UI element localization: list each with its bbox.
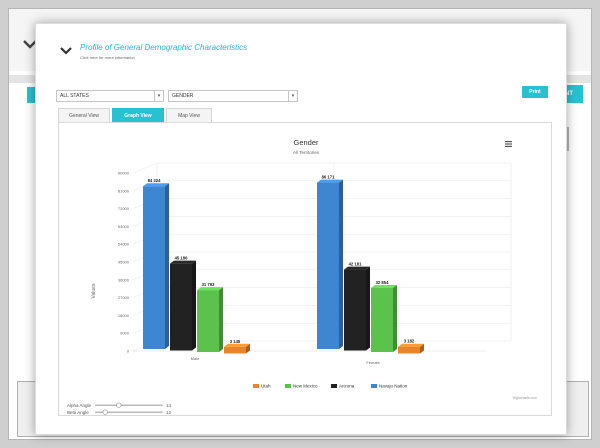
bar-new-mexico-male: 31 793 xyxy=(197,282,223,352)
bar-side xyxy=(366,266,370,351)
chart-credit[interactable]: Highcharts.com xyxy=(513,396,537,400)
chevron-down-icon: ▾ xyxy=(288,91,297,101)
legend-item-label: Navajo Nation xyxy=(379,384,408,389)
y-tick-label: 63000 xyxy=(118,224,130,229)
beta-angle-control: Beta Angle 12 xyxy=(67,409,172,415)
bar-top xyxy=(143,183,169,187)
chart-menu-icon[interactable] xyxy=(505,141,512,147)
x-category-label: Female xyxy=(366,360,380,365)
y-tick-label: 18000 xyxy=(118,313,130,318)
alpha-slider-track[interactable] xyxy=(95,404,163,407)
state-select-value: ALL STATES xyxy=(60,93,89,99)
bar-top xyxy=(371,285,397,289)
bar-data-label: 32 854 xyxy=(376,280,389,285)
print-button[interactable]: Print xyxy=(522,86,548,98)
bar-data-label: 45 186 xyxy=(175,256,188,261)
profile-modal: Profile of General Demographic Character… xyxy=(35,23,567,435)
screenshot-frame: PRINT Profile of General Demographic Cha… xyxy=(8,8,592,440)
beta-slider-handle[interactable] xyxy=(102,409,108,415)
bar-side xyxy=(192,260,196,351)
bar-data-label: 3 182 xyxy=(404,339,415,344)
chart-panel: Gender All Territories 0 9000 18000 27000 36… xyxy=(58,122,552,416)
topic-select[interactable]: GENDER ▾ xyxy=(168,90,298,102)
bar-new-mexico-female: 32 854 xyxy=(371,280,397,352)
bar-side xyxy=(165,183,169,349)
bar-arizona-male: 45 186 xyxy=(170,256,196,351)
bar-front xyxy=(371,288,393,352)
tab-map-view[interactable]: Map View xyxy=(166,108,212,122)
legend-item-label: Arizona xyxy=(339,384,355,389)
bar-top xyxy=(197,287,223,291)
y-axis-ticks: 0 9000 18000 27000 36000 45000 54000 63000 72000… xyxy=(118,171,130,354)
y-tick-label: 90000 xyxy=(118,171,130,176)
state-select[interactable]: ALL STATES ▾ xyxy=(56,90,164,102)
bar-side xyxy=(219,287,223,352)
bar-data-label: 86 171 xyxy=(322,175,335,180)
y-tick-label: 0 xyxy=(127,349,130,354)
gender-chart: Gender All Territories 0 9000 18000 27000 36… xyxy=(67,138,537,415)
bar-data-label: 42 181 xyxy=(349,262,362,267)
bar-front xyxy=(197,290,219,352)
x-axis-categories: Male Female xyxy=(191,356,381,365)
tab-general-view[interactable]: General View xyxy=(58,108,110,122)
bar-data-label: 31 793 xyxy=(202,282,215,287)
modal-title[interactable]: Profile of General Demographic Character… xyxy=(80,43,247,52)
bar-front xyxy=(344,269,366,351)
bar-top xyxy=(224,343,250,347)
bar-front xyxy=(398,346,420,354)
alpha-angle-control: Alpha Angle 14 xyxy=(67,402,172,408)
collapse-chevron-icon[interactable] xyxy=(60,46,72,55)
x-category-label: Male xyxy=(191,356,200,361)
legend-item-label: New Mexico xyxy=(293,384,318,389)
y-tick-label: 54000 xyxy=(118,242,130,247)
legend-swatch xyxy=(371,384,377,388)
chart-subtitle: All Territories xyxy=(293,150,320,155)
bar-data-label: 84 324 xyxy=(148,178,161,183)
legend-swatch xyxy=(331,384,337,388)
bar-side xyxy=(339,179,343,349)
bar-front xyxy=(143,186,165,349)
bar-front xyxy=(317,182,339,349)
bar-top xyxy=(344,266,370,270)
bar-navajo-nation-male: 84 324 xyxy=(143,178,169,349)
bar-top xyxy=(317,179,343,183)
alpha-angle-value: 14 xyxy=(166,403,172,408)
bar-navajo-nation-female: 86 171 xyxy=(317,175,343,349)
y-tick-label: 27000 xyxy=(118,295,130,300)
bar-top xyxy=(170,260,196,264)
y-tick-label: 72000 xyxy=(118,206,130,211)
bar-data-label: 3 145 xyxy=(230,339,241,344)
legend-item-label: Utah xyxy=(261,384,271,389)
legend-swatch xyxy=(253,384,259,388)
chart-bars: 84 324 45 186 31 793 3 145 86 171 42 181 32 85… xyxy=(143,175,424,354)
modal-subtitle[interactable]: Click here for more information xyxy=(80,55,135,60)
y-tick-label: 9000 xyxy=(120,331,130,336)
beta-angle-value: 12 xyxy=(166,410,172,415)
bar-side xyxy=(393,285,397,352)
alpha-angle-label: Alpha Angle xyxy=(67,403,92,408)
beta-angle-label: Beta Angle xyxy=(67,410,89,415)
y-tick-label: 45000 xyxy=(118,260,130,265)
bar-arizona-female: 42 181 xyxy=(344,262,370,351)
bar-top xyxy=(398,343,424,347)
grid-line-side xyxy=(132,162,158,174)
alpha-slider-handle[interactable] xyxy=(116,402,122,408)
chart-legend: Utah New Mexico Arizona Navajo Nation xyxy=(253,384,408,389)
bar-front xyxy=(224,346,246,354)
chevron-down-icon: ▾ xyxy=(154,91,163,101)
y-axis-label: Values xyxy=(91,283,97,298)
bar-front xyxy=(170,263,192,351)
chart-title: Gender xyxy=(293,138,319,147)
topic-select-value: GENDER xyxy=(172,93,194,99)
legend-swatch xyxy=(285,384,291,388)
y-tick-label: 81000 xyxy=(118,188,130,193)
y-tick-label: 36000 xyxy=(118,277,130,282)
tab-graph-view[interactable]: Graph View xyxy=(112,108,164,122)
